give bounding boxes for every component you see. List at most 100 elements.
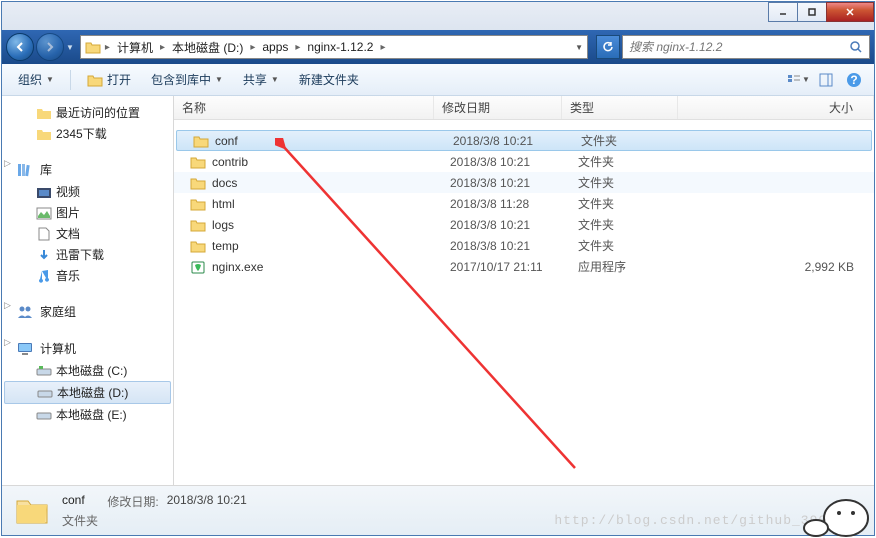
expand-icon[interactable]: ▷: [4, 158, 11, 169]
file-list: conf2018/3/8 10:21文件夹contrib2018/3/8 10:…: [174, 120, 874, 485]
file-date: 2018/3/8 10:21: [442, 155, 570, 169]
explorer-window: ▼ ▸ 计算机 ▸ 本地磁盘 (D:) ▸ apps ▸ nginx-1.12.…: [1, 1, 875, 536]
sidebar-computer[interactable]: 计算机: [2, 337, 173, 360]
drive-icon: [37, 386, 53, 400]
column-name[interactable]: 名称: [174, 96, 434, 119]
history-dropdown-icon[interactable]: ▼: [66, 43, 74, 52]
file-row[interactable]: nginx.exe2017/10/17 21:11应用程序2,992 KB: [174, 256, 874, 277]
close-button[interactable]: [826, 2, 874, 22]
file-row[interactable]: conf2018/3/8 10:21文件夹: [176, 130, 872, 151]
minimize-button[interactable]: [768, 2, 798, 22]
file-name: nginx.exe: [182, 260, 442, 274]
status-name: conf: [62, 493, 85, 510]
recent-icon: [36, 106, 52, 120]
search-box[interactable]: [622, 35, 870, 59]
file-row[interactable]: logs2018/3/8 10:21文件夹: [174, 214, 874, 235]
breadcrumb-computer[interactable]: 计算机: [114, 38, 156, 57]
search-icon: [849, 40, 863, 54]
file-name: contrib: [182, 155, 442, 169]
sidebar-disk-d[interactable]: 本地磁盘 (D:): [4, 381, 171, 404]
file-name: conf: [185, 134, 445, 148]
sidebar-pictures[interactable]: 图片: [2, 202, 173, 223]
file-date: 2017/10/17 21:11: [442, 260, 570, 274]
file-type: 文件夹: [570, 153, 686, 170]
back-button[interactable]: [6, 33, 34, 61]
picture-icon: [36, 206, 52, 220]
navbar: ▼ ▸ 计算机 ▸ 本地磁盘 (D:) ▸ apps ▸ nginx-1.12.…: [2, 30, 874, 64]
forward-button[interactable]: [36, 33, 64, 61]
address-bar[interactable]: ▸ 计算机 ▸ 本地磁盘 (D:) ▸ apps ▸ nginx-1.12.2 …: [80, 35, 588, 59]
library-icon: [16, 162, 34, 178]
expand-icon[interactable]: ▷: [4, 337, 11, 348]
maximize-button[interactable]: [797, 2, 827, 22]
sidebar-xunlei[interactable]: 迅雷下载: [2, 244, 173, 265]
search-input[interactable]: [629, 40, 849, 54]
file-name: docs: [182, 176, 442, 190]
file-date: 2018/3/8 10:21: [445, 134, 573, 148]
watermark: http://blog.csdn.net/github_3906: [554, 513, 836, 528]
folder-large-icon: [14, 493, 50, 529]
chevron-right-icon: ▸: [250, 42, 255, 53]
organize-button[interactable]: 组织 ▼: [10, 67, 62, 92]
file-row[interactable]: contrib2018/3/8 10:21文件夹: [174, 151, 874, 172]
help-button[interactable]: ?: [842, 68, 866, 92]
content-area: 最近访问的位置 2345下载 ▷ 库 视频 图片 文档 迅雷下载 音乐 ▷ 家庭…: [2, 96, 874, 485]
file-name: html: [182, 197, 442, 211]
svg-text:?: ?: [850, 73, 857, 87]
file-type: 文件夹: [570, 237, 686, 254]
preview-pane-button[interactable]: [814, 68, 838, 92]
column-date[interactable]: 修改日期: [434, 96, 562, 119]
breadcrumb-apps[interactable]: apps: [259, 39, 291, 55]
chevron-right-icon: ▸: [105, 42, 110, 53]
drive-icon: [36, 408, 52, 422]
open-button[interactable]: 打开: [79, 67, 139, 92]
file-row[interactable]: temp2018/3/8 10:21文件夹: [174, 235, 874, 256]
folder-icon: [85, 40, 101, 54]
file-date: 2018/3/8 10:21: [442, 239, 570, 253]
toolbar: 组织 ▼ 打开 包含到库中 ▼ 共享 ▼ 新建文件夹 ▼ ?: [2, 64, 874, 96]
file-date: 2018/3/8 10:21: [442, 218, 570, 232]
status-date: 2018/3/8 10:21: [167, 493, 247, 510]
sidebar-2345download[interactable]: 2345下载: [2, 123, 173, 144]
address-dropdown-icon[interactable]: ▼: [575, 43, 583, 52]
file-type: 文件夹: [570, 174, 686, 191]
status-date-label: 修改日期:: [107, 493, 158, 510]
computer-icon: [16, 341, 34, 357]
breadcrumb-nginx[interactable]: nginx-1.12.2: [304, 39, 376, 55]
view-options-button[interactable]: ▼: [786, 68, 810, 92]
music-icon: [36, 269, 52, 283]
share-button[interactable]: 共享 ▼: [235, 67, 287, 92]
file-row[interactable]: docs2018/3/8 10:21文件夹: [174, 172, 874, 193]
new-folder-button[interactable]: 新建文件夹: [291, 67, 367, 92]
document-icon: [36, 227, 52, 241]
file-type: 文件夹: [570, 195, 686, 212]
video-icon: [36, 185, 52, 199]
include-library-button[interactable]: 包含到库中 ▼: [143, 67, 231, 92]
chevron-right-icon: ▸: [380, 42, 385, 53]
breadcrumb-disk[interactable]: 本地磁盘 (D:): [169, 38, 246, 57]
sidebar-recent[interactable]: 最近访问的位置: [2, 102, 173, 123]
chevron-right-icon: ▸: [295, 42, 300, 53]
sidebar-music[interactable]: 音乐: [2, 265, 173, 286]
main-panel: 名称 修改日期 类型 大小 conf2018/3/8 10:21文件夹contr…: [174, 96, 874, 485]
file-row[interactable]: html2018/3/8 11:28文件夹: [174, 193, 874, 214]
folder-icon: [36, 127, 52, 141]
sidebar-homegroup[interactable]: 家庭组: [2, 300, 173, 323]
sidebar-disk-c[interactable]: 本地磁盘 (C:): [2, 360, 173, 381]
refresh-button[interactable]: [596, 35, 620, 59]
mascot-icon: [796, 483, 876, 538]
column-headers: 名称 修改日期 类型 大小: [174, 96, 874, 120]
sidebar-documents[interactable]: 文档: [2, 223, 173, 244]
download-icon: [36, 248, 52, 262]
column-type[interactable]: 类型: [562, 96, 678, 119]
expand-icon[interactable]: ▷: [4, 300, 11, 311]
column-size[interactable]: 大小: [678, 96, 874, 119]
sidebar: 最近访问的位置 2345下载 ▷ 库 视频 图片 文档 迅雷下载 音乐 ▷ 家庭…: [2, 96, 174, 485]
sidebar-disk-e[interactable]: 本地磁盘 (E:): [2, 404, 173, 425]
sidebar-library[interactable]: 库: [2, 158, 173, 181]
file-type: 应用程序: [570, 258, 686, 275]
file-type: 文件夹: [570, 216, 686, 233]
folder-open-icon: [87, 73, 103, 87]
sidebar-videos[interactable]: 视频: [2, 181, 173, 202]
file-date: 2018/3/8 11:28: [442, 197, 570, 211]
